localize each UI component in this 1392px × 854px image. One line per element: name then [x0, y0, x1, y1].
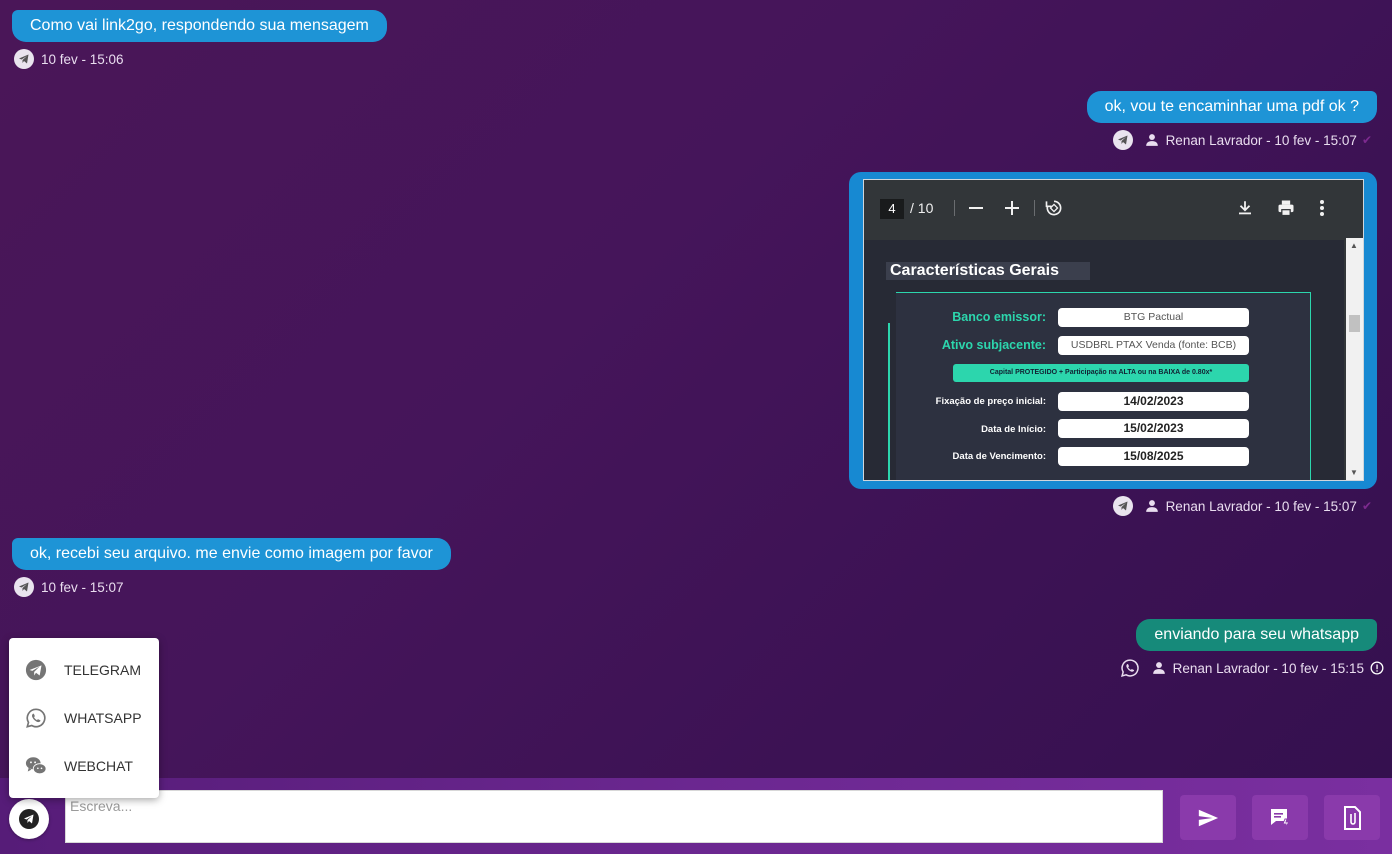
- slide-date-value: 15/08/2025: [1058, 447, 1249, 466]
- telegram-icon: [14, 49, 34, 69]
- message-timestamp: Renan Lavrador - 10 fev - 15:07: [1165, 498, 1357, 514]
- pdf-page-total: / 10: [910, 200, 934, 216]
- message-timestamp: Renan Lavrador - 10 fev - 15:15: [1172, 660, 1364, 676]
- slide-row-value: BTG Pactual: [1058, 308, 1249, 327]
- person-icon: [1145, 499, 1159, 513]
- telegram-icon: [1112, 496, 1133, 516]
- scroll-up-icon[interactable]: ▲: [1350, 241, 1358, 250]
- slide-row-label: Banco emissor:: [952, 310, 1046, 324]
- message-bubble: enviando para seu whatsapp: [1136, 619, 1377, 651]
- slide-banner: Capital PROTEGIDO + Participação na ALTA…: [953, 364, 1249, 382]
- menu-item-webchat[interactable]: WEBCHAT: [9, 746, 159, 786]
- pdf-toolbar: / 10: [864, 180, 1363, 236]
- message-input-container[interactable]: [65, 790, 1163, 843]
- message-bubble: ok, vou te encaminhar uma pdf ok ?: [1086, 91, 1377, 123]
- rotate-icon[interactable]: [1044, 198, 1064, 221]
- pdf-page-input[interactable]: [880, 199, 904, 219]
- scrollbar-thumb[interactable]: [1349, 315, 1360, 332]
- webchat-icon: [25, 755, 47, 777]
- telegram-icon: [14, 577, 34, 597]
- message-timestamp: 10 fev - 15:06: [41, 51, 124, 67]
- pdf-scrollbar[interactable]: ▲ ▼: [1346, 238, 1363, 480]
- whatsapp-icon: [1120, 658, 1140, 678]
- message-meta: Renan Lavrador - 10 fev - 15:07 ✔: [1112, 130, 1372, 150]
- menu-item-telegram[interactable]: TELEGRAM: [9, 650, 159, 690]
- panel-accent-line: [888, 323, 890, 480]
- slide-date-value: 14/02/2023: [1058, 392, 1249, 411]
- quick-replies-button[interactable]: [1252, 795, 1308, 840]
- channel-menu: TELEGRAM WHATSAPP WEBCHAT: [9, 638, 159, 798]
- slide-row-label: Ativo subjacente:: [941, 338, 1046, 352]
- channel-selector-button[interactable]: [9, 799, 49, 839]
- toolbar-divider: [954, 200, 955, 216]
- download-icon[interactable]: [1236, 198, 1254, 221]
- slide-date-label: Data de Vencimento:: [952, 451, 1046, 462]
- telegram-icon: [19, 809, 39, 829]
- send-button[interactable]: [1180, 795, 1236, 840]
- slide-date-label: Data de Início:: [981, 424, 1046, 435]
- slide-title: Características Gerais: [886, 262, 1090, 280]
- pdf-page: Características Gerais Banco emissor: BT…: [864, 240, 1344, 480]
- attach-file-icon: [1344, 805, 1361, 830]
- telegram-icon: [1112, 130, 1133, 150]
- check-icon: ✔: [1361, 499, 1372, 513]
- message-bubble: Como vai link2go, respondendo sua mensag…: [12, 10, 387, 42]
- slide-row-value: USDBRL PTAX Venda (fonte: BCB): [1058, 336, 1249, 355]
- menu-item-whatsapp[interactable]: WHATSAPP: [9, 698, 159, 738]
- toolbar-divider: [1034, 200, 1035, 216]
- print-icon[interactable]: [1276, 198, 1296, 221]
- telegram-icon: [25, 659, 47, 681]
- pdf-message-bubble: / 10 Características Gerais: [849, 172, 1377, 489]
- message-input[interactable]: [66, 791, 1162, 821]
- menu-item-label: TELEGRAM: [64, 662, 142, 678]
- person-icon: [1145, 133, 1159, 147]
- message-timestamp: Renan Lavrador - 10 fev - 15:07: [1165, 132, 1357, 148]
- menu-item-label: WHATSAPP: [64, 710, 142, 726]
- message-meta: 10 fev - 15:06: [14, 49, 124, 69]
- more-options-icon[interactable]: [1319, 198, 1325, 221]
- error-icon[interactable]: [1370, 661, 1384, 675]
- person-icon: [1152, 661, 1166, 675]
- message-bubble: ok, recebi seu arquivo. me envie como im…: [12, 538, 451, 570]
- slide-date-value: 15/02/2023: [1058, 419, 1249, 438]
- message-timestamp: 10 fev - 15:07: [41, 579, 124, 595]
- message-meta: 10 fev - 15:07: [14, 577, 124, 597]
- scroll-down-icon[interactable]: ▼: [1350, 468, 1358, 477]
- zoom-out-icon[interactable]: [968, 198, 984, 221]
- message-meta: Renan Lavrador - 10 fev - 15:07 ✔: [1112, 496, 1372, 516]
- whatsapp-icon: [25, 707, 47, 729]
- zoom-in-icon[interactable]: [1004, 198, 1020, 221]
- slide-date-label: Fixação de preço inicial:: [935, 396, 1046, 407]
- attach-file-button[interactable]: [1324, 795, 1380, 840]
- quick-reply-icon: [1271, 808, 1290, 828]
- check-icon: ✔: [1361, 133, 1372, 147]
- message-meta: Renan Lavrador - 10 fev - 15:15: [1120, 658, 1384, 678]
- menu-item-label: WEBCHAT: [64, 758, 133, 774]
- pdf-viewer[interactable]: / 10 Características Gerais: [863, 179, 1364, 481]
- send-icon: [1198, 809, 1219, 826]
